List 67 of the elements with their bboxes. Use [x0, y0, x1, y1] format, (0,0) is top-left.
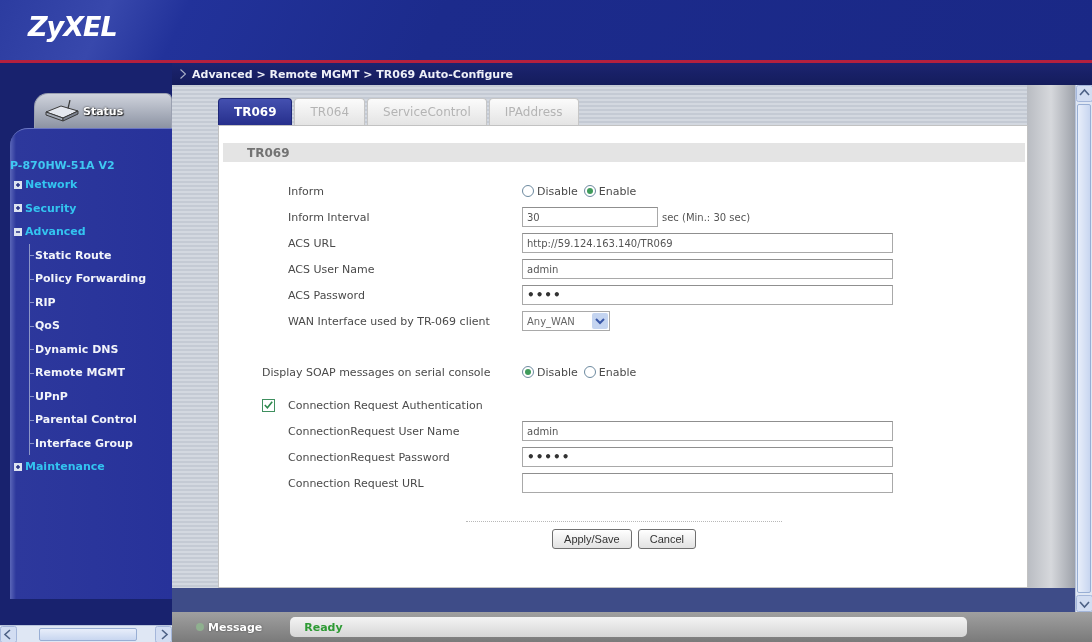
radio-label[interactable]: Enable — [598, 184, 637, 198]
router-icon — [45, 100, 79, 122]
submenu-item[interactable]: UPnP — [10, 384, 172, 408]
scroll-up-icon[interactable] — [1076, 85, 1092, 102]
device-name: P-870HW-51A V2 — [10, 159, 116, 173]
plus-box-icon[interactable] — [14, 204, 22, 213]
scrollbar-thumb[interactable] — [1077, 104, 1091, 593]
horizontal-scrollbar[interactable] — [0, 625, 172, 642]
radio-button[interactable] — [522, 366, 534, 378]
brand-logo: ZyXEL — [28, 10, 117, 42]
field-label: Inform Interval — [288, 210, 370, 224]
field-label: ACS User Name — [288, 262, 375, 276]
status-label: Message — [208, 620, 263, 634]
submenu-item[interactable]: RIP — [10, 290, 172, 314]
form-button[interactable]: Cancel — [637, 529, 696, 549]
menu-item[interactable]: Network — [10, 173, 172, 197]
chevron-icon — [180, 69, 186, 79]
submenu-item[interactable]: Static Route — [10, 243, 172, 267]
input-field[interactable]: admin — [522, 259, 893, 279]
radio-label[interactable]: Disable — [537, 184, 578, 198]
submenu-item[interactable]: QoS — [10, 314, 172, 338]
unit-hint: sec (Min.: 30 sec) — [662, 211, 751, 223]
section-header: TR069 — [223, 143, 1025, 162]
plus-box-icon[interactable] — [14, 462, 22, 471]
tab[interactable]: TR069 — [218, 98, 293, 125]
input-field[interactable] — [522, 473, 893, 493]
field-label: ConnectionRequest Password — [288, 450, 450, 464]
menu-item[interactable]: Security — [10, 196, 172, 220]
checkbox[interactable] — [262, 398, 275, 412]
scroll-down-icon[interactable] — [1076, 595, 1092, 612]
message-field: Ready — [290, 617, 968, 637]
breadcrumb-text: Advanced > Remote MGMT > TR069 Auto-Configure — [192, 67, 514, 81]
field-label: ConnectionRequest User Name — [288, 424, 460, 438]
submenu-item[interactable]: Interface Group — [10, 431, 172, 455]
submenu-item[interactable]: Policy Forwarding — [10, 267, 172, 291]
submenu-item[interactable]: Dynamic DNS — [10, 337, 172, 361]
radio-label[interactable]: Disable — [537, 365, 578, 379]
field-label: Connection Request URL — [288, 476, 424, 490]
field-label: Display SOAP messages on serial console — [262, 365, 491, 379]
submenu-item[interactable]: Remote MGMT — [10, 361, 172, 385]
radio-button[interactable] — [583, 366, 596, 378]
password-field[interactable]: ••••• — [522, 447, 893, 467]
input-field[interactable]: http://59.124.163.140/TR069 — [522, 233, 893, 253]
field-label: ACS Password — [288, 288, 365, 302]
vertical-scrollbar[interactable] — [1075, 85, 1092, 612]
checkbox-label[interactable]: Connection Request Authentication — [288, 398, 483, 412]
field-label: ACS URL — [288, 236, 336, 250]
plus-box-icon[interactable] — [14, 180, 22, 189]
radio-button[interactable] — [522, 185, 534, 197]
radio-button[interactable] — [583, 185, 596, 197]
field-label: Inform — [288, 184, 324, 198]
scroll-right-icon[interactable] — [155, 626, 172, 642]
input-field[interactable]: admin — [522, 421, 893, 441]
submenu-item[interactable]: Parental Control — [10, 408, 172, 432]
radio-label[interactable]: Enable — [598, 365, 637, 379]
scroll-left-icon[interactable] — [0, 626, 17, 642]
input-field[interactable]: 30 — [522, 207, 658, 227]
form-button[interactable]: Apply/Save — [552, 529, 632, 549]
password-field[interactable]: •••• — [522, 285, 893, 305]
scrollbar-thumb[interactable] — [39, 627, 137, 641]
status-dot-icon — [196, 623, 204, 631]
check-icon — [264, 401, 273, 409]
dropdown-field[interactable]: Any_WAN — [522, 311, 610, 331]
menu-item[interactable]: Maintenance — [10, 455, 172, 479]
field-label: WAN Interface used by TR-069 client — [288, 314, 490, 328]
menu-item[interactable]: Advanced — [10, 220, 172, 244]
minus-box-icon[interactable] — [14, 227, 22, 236]
